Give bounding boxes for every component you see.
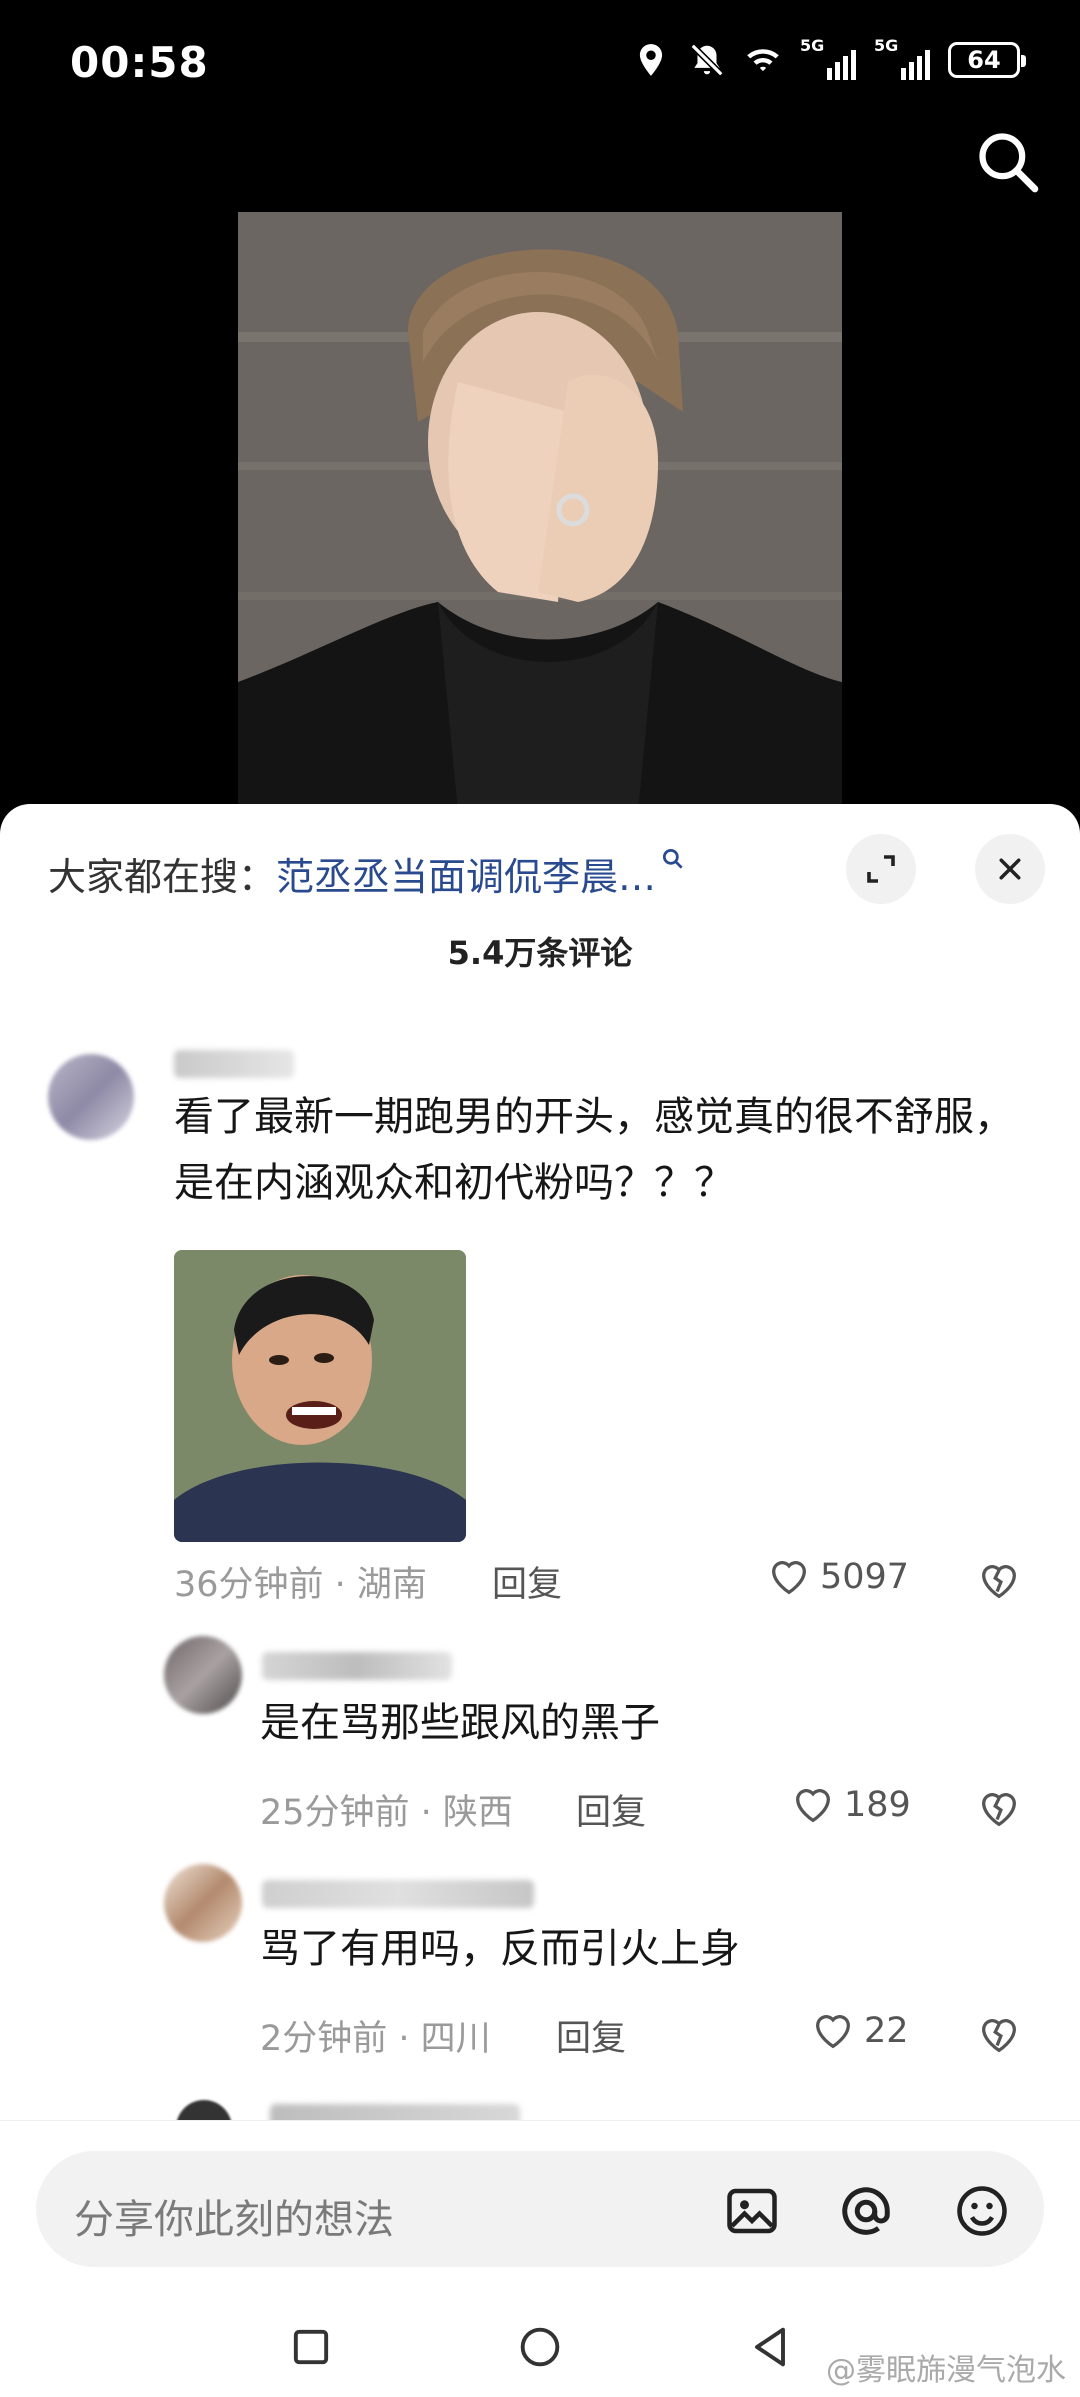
reply-button[interactable]: 回复 — [492, 1556, 562, 1607]
username-blurred[interactable] — [174, 1050, 294, 1078]
status-bar: 00:58 5G 5G 64 — [0, 0, 1080, 130]
like-button[interactable]: 189 — [790, 1782, 911, 1828]
comment-input-bar: 分享你此刻的想法 @雾眠旆漫气泡水 — [0, 2120, 1080, 2397]
reply-text: 是在骂那些跟风的黑子 — [260, 1700, 660, 1746]
at-icon[interactable] — [836, 2181, 896, 2241]
signal-1: 5G — [800, 36, 856, 80]
reply-time-location: 25分钟前 · 陕西 — [260, 1793, 513, 1833]
avatar[interactable] — [164, 1864, 242, 1942]
comment-count: 5.4万条评论 — [447, 934, 633, 972]
mute-icon — [690, 43, 724, 77]
battery-indicator: 64 — [948, 42, 1026, 78]
signal-2: 5G — [874, 36, 930, 80]
heart-icon — [796, 1789, 830, 1823]
avatar[interactable] — [48, 1054, 134, 1140]
watermark: @雾眠旆漫气泡水 — [826, 2353, 1066, 2388]
username-blurred[interactable] — [262, 1652, 452, 1680]
image-icon[interactable] — [722, 2181, 782, 2241]
close-button[interactable] — [975, 834, 1045, 904]
search-icon[interactable] — [974, 128, 1042, 196]
reply-button[interactable]: 回复 — [576, 1784, 646, 1835]
comment-input[interactable]: 分享你此刻的想法 — [36, 2151, 1044, 2267]
search-small-icon — [663, 848, 683, 869]
like-count: 22 — [864, 2011, 909, 2051]
circle-nav-icon[interactable] — [514, 2321, 566, 2373]
broken-heart-icon[interactable] — [976, 2012, 1022, 2058]
heart-icon — [816, 2015, 850, 2049]
hot-search-label: 大家都在搜： — [48, 855, 277, 899]
hot-search-term[interactable]: 范丞丞当面调侃李晨… — [276, 855, 656, 899]
location-icon — [639, 44, 663, 76]
network-type-1: 5G — [800, 36, 825, 55]
network-type-2: 5G — [874, 36, 899, 55]
username-blurred[interactable] — [262, 1880, 534, 1908]
video-player[interactable] — [238, 212, 842, 812]
comment-time-location: 36分钟前 · 湖南 — [174, 1565, 427, 1605]
expand-icon — [867, 855, 895, 883]
reply-button[interactable]: 回复 — [556, 2010, 626, 2061]
broken-heart-icon[interactable] — [976, 1558, 1022, 1604]
like-count: 5097 — [820, 1557, 910, 1597]
like-button[interactable]: 22 — [810, 2008, 909, 2054]
hot-search-bar[interactable]: 大家都在搜：范丞丞当面调侃李晨… — [48, 846, 686, 901]
comment-text: 看了最新一期跑男的开头，感觉真的很不舒服，是在内涵观众和初代粉吗？？？ — [174, 1094, 1014, 1206]
square-nav-icon[interactable] — [285, 2321, 337, 2373]
comment-image[interactable] — [174, 1250, 466, 1542]
emoji-icon[interactable] — [952, 2181, 1012, 2241]
like-count: 189 — [844, 1785, 911, 1825]
like-button[interactable]: 5097 — [766, 1554, 909, 1600]
heart-icon — [772, 1561, 806, 1595]
reply-time-location: 2分钟前 · 四川 — [260, 2019, 491, 2059]
close-icon — [999, 858, 1021, 880]
meme-image — [174, 1250, 466, 1542]
video-frame-image — [238, 212, 842, 812]
comment-sheet: 大家都在搜：范丞丞当面调侃李晨… 5.4万条评论 看了最新一期跑男的开头，感觉真… — [0, 804, 1080, 2397]
reply-text: 骂了有用吗，反而引火上身 — [260, 1926, 740, 1972]
input-placeholder: 分享你此刻的想法 — [74, 2197, 394, 2243]
broken-heart-icon[interactable] — [976, 1786, 1022, 1832]
status-time: 00:58 — [70, 38, 209, 87]
expand-button[interactable] — [846, 834, 916, 904]
back-nav-icon[interactable] — [744, 2321, 796, 2373]
wifi-icon — [747, 49, 779, 72]
status-icons: 5G 5G 64 — [632, 36, 1026, 80]
avatar[interactable] — [164, 1636, 242, 1714]
